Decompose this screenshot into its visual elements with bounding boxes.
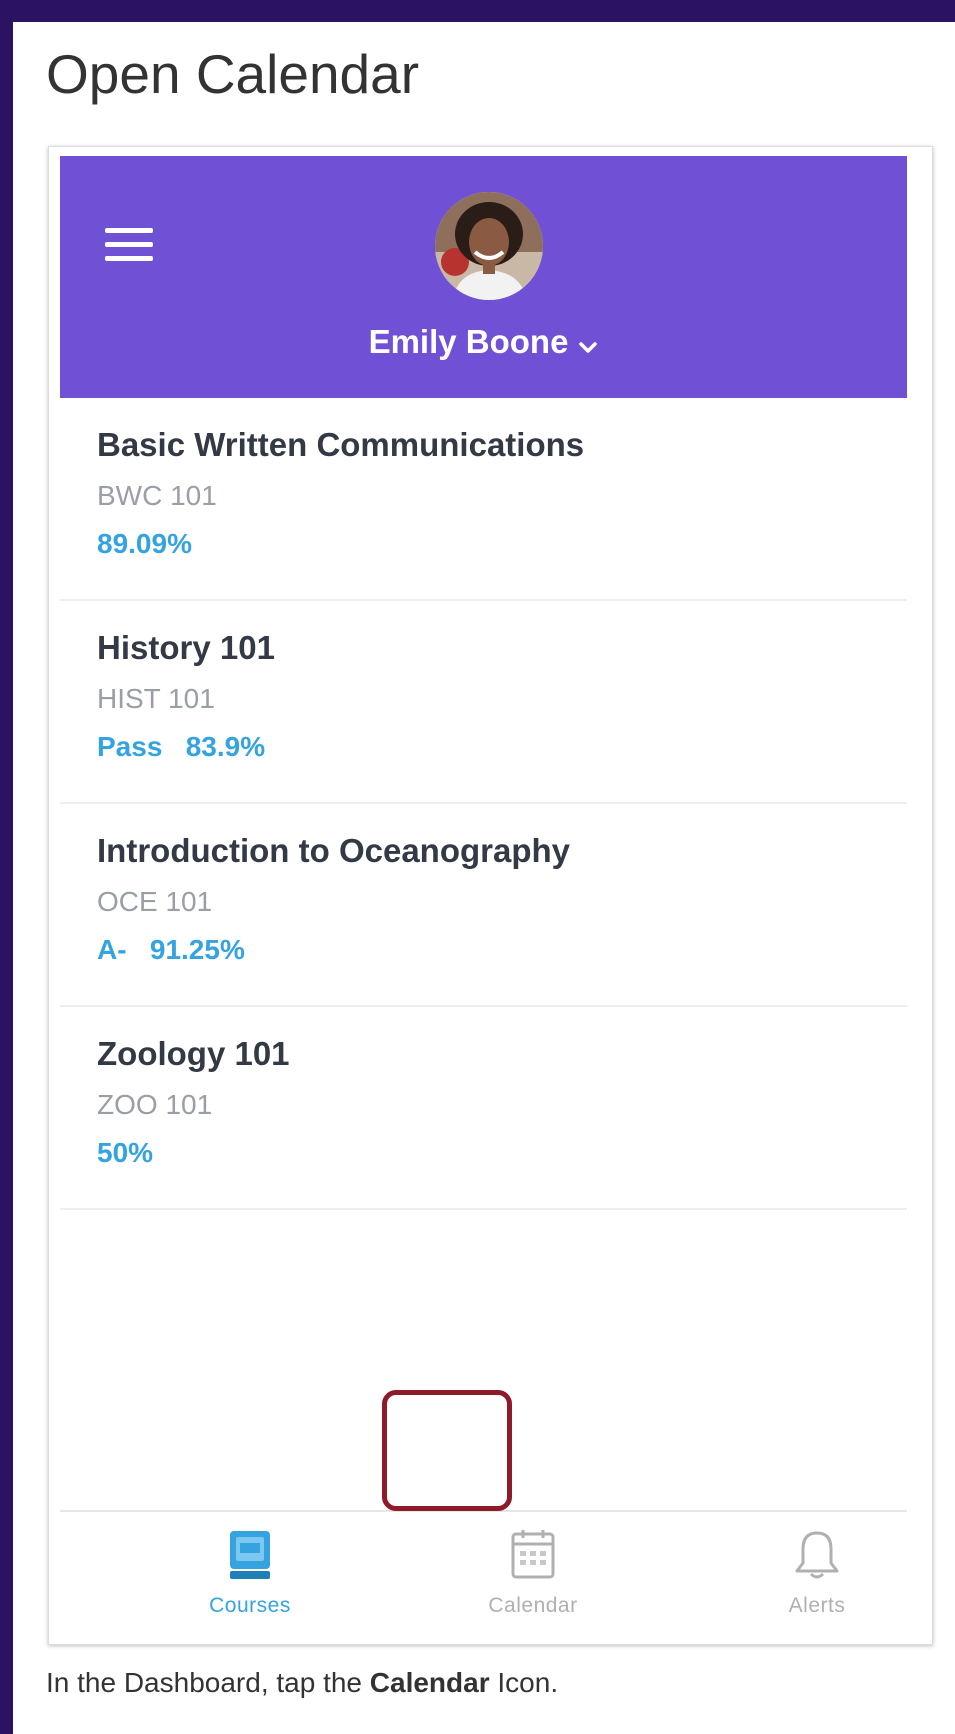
tab-calendar[interactable]: Calendar: [443, 1512, 623, 1646]
user-name-dropdown[interactable]: Emily Boone: [60, 323, 907, 363]
avatar-portrait: [435, 192, 543, 300]
guide-page: Open Calendar Emily Boone Basic Written …: [13, 22, 955, 1734]
instruction-text: In the Dashboard, tap the Calendar Icon.: [46, 1667, 558, 1699]
avatar[interactable]: [435, 192, 543, 300]
calendar-icon: [511, 1529, 555, 1584]
tab-alerts-label: Alerts: [788, 1594, 846, 1617]
app-header: Emily Boone: [60, 156, 907, 398]
course-name: History 101: [97, 629, 275, 666]
user-name: Emily Boone: [368, 323, 569, 360]
courses-book-icon: [228, 1529, 272, 1586]
calendar-highlight-box: [382, 1390, 512, 1511]
page-title: Open Calendar: [46, 43, 420, 105]
course-code: HIST 101: [97, 683, 215, 714]
course-grade: A- 91.25%: [97, 934, 245, 965]
course-code: ZOO 101: [97, 1089, 213, 1120]
bottom-tab-bar: Courses Calendar Alerts: [60, 1510, 907, 1646]
course-grade: 50%: [97, 1137, 154, 1168]
course-card[interactable]: History 101 HIST 101 Pass 83.9%: [60, 601, 907, 804]
instruction-bold: Calendar: [369, 1667, 490, 1698]
course-name: Basic Written Communications: [97, 426, 585, 463]
course-name: Zoology 101: [97, 1035, 290, 1072]
course-code: BWC 101: [97, 480, 217, 511]
tab-alerts[interactable]: Alerts: [727, 1512, 907, 1646]
course-grade: 89.09%: [97, 528, 192, 559]
course-card[interactable]: Basic Written Communications BWC 101 89.…: [60, 398, 907, 601]
instruction-prefix: In the Dashboard, tap the: [46, 1667, 370, 1698]
course-card[interactable]: Zoology 101 ZOO 101 50%: [60, 1007, 907, 1210]
chevron-down-icon: [578, 325, 598, 363]
bell-icon: [794, 1529, 840, 1586]
course-list: Basic Written Communications BWC 101 89.…: [60, 398, 907, 1210]
course-card[interactable]: Introduction to Oceanography OCE 101 A- …: [60, 804, 907, 1007]
tab-courses-label: Courses: [209, 1594, 291, 1617]
instruction-suffix: Icon.: [489, 1667, 559, 1698]
tab-calendar-label: Calendar: [488, 1594, 578, 1617]
hamburger-icon[interactable]: [105, 228, 153, 264]
tab-courses[interactable]: Courses: [160, 1512, 340, 1646]
course-code: OCE 101: [97, 886, 213, 917]
course-grade: Pass 83.9%: [97, 731, 266, 762]
course-name: Introduction to Oceanography: [97, 832, 571, 869]
